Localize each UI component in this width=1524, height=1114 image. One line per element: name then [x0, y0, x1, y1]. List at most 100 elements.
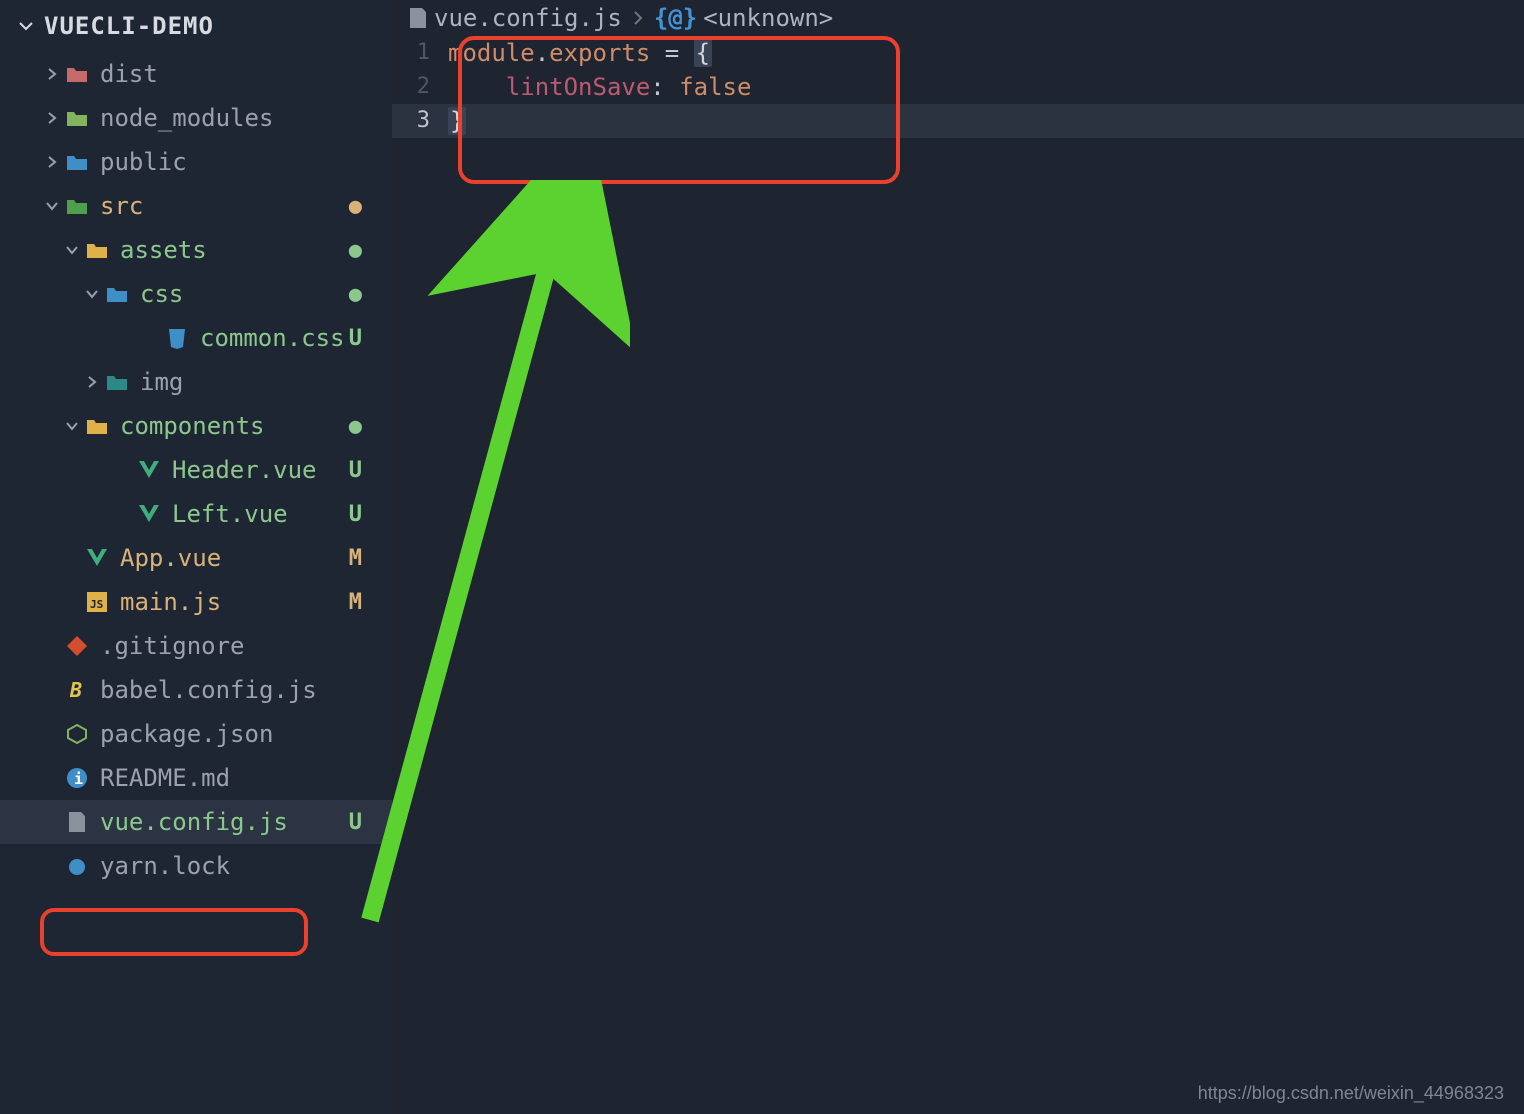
tree-item-main-js[interactable]: JS main.js M: [0, 580, 392, 624]
folder-icon: [64, 65, 90, 83]
tree-label: assets: [120, 236, 207, 264]
tree-item-gitignore[interactable]: .gitignore: [0, 624, 392, 668]
git-file-icon: [64, 635, 90, 657]
tree-label: Left.vue: [172, 500, 288, 528]
chevron-right-icon: [40, 67, 64, 81]
tree-label: img: [140, 368, 183, 396]
tree-item-src[interactable]: src ●: [0, 184, 392, 228]
git-status-m: M: [349, 590, 362, 615]
git-status-m: M: [349, 546, 362, 571]
folder-icon: [64, 197, 90, 215]
code-line[interactable]: 2 lintOnSave: false: [392, 70, 1524, 104]
svg-text:JS: JS: [90, 598, 103, 611]
breadcrumb[interactable]: vue.config.js {@} <unknown>: [392, 0, 1524, 36]
tree-label: public: [100, 148, 187, 176]
code-content: module.exports = {: [448, 36, 712, 70]
tree-item-package-json[interactable]: package.json: [0, 712, 392, 756]
tree-item-node-modules[interactable]: node_modules: [0, 96, 392, 140]
vue-file-icon: [84, 548, 110, 568]
chevron-down-icon: [60, 419, 84, 433]
svg-text:i: i: [74, 770, 83, 788]
folder-icon: [64, 109, 90, 127]
chevron-right-icon: [40, 111, 64, 125]
chevron-down-icon: [16, 18, 36, 34]
tree-item-css[interactable]: css ●: [0, 272, 392, 316]
folder-icon: [104, 285, 130, 303]
git-status-u: U: [349, 326, 362, 351]
folder-icon: [64, 153, 90, 171]
chevron-right-icon: [40, 155, 64, 169]
tree-label: babel.config.js: [100, 676, 317, 704]
tree-label: main.js: [120, 588, 221, 616]
code-line-active[interactable]: 3 }: [392, 104, 1524, 138]
watermark: https://blog.csdn.net/weixin_44968323: [1198, 1083, 1504, 1104]
tree-label: node_modules: [100, 104, 273, 132]
tree-item-babel-config[interactable]: B babel.config.js: [0, 668, 392, 712]
line-number: 3: [392, 104, 448, 138]
code-line[interactable]: 1 module.exports = {: [392, 36, 1524, 70]
babel-file-icon: B: [64, 679, 90, 701]
chevron-down-icon: [80, 287, 104, 301]
folder-icon: [84, 241, 110, 259]
vue-file-icon: [136, 504, 162, 524]
vue-file-icon: [136, 460, 162, 480]
tree-item-header-vue[interactable]: Header.vue U: [0, 448, 392, 492]
svg-text:B: B: [69, 679, 82, 701]
npm-file-icon: [64, 723, 90, 745]
tree-label: common.css: [200, 324, 345, 352]
info-file-icon: i: [64, 767, 90, 789]
tree-label: .gitignore: [100, 632, 245, 660]
git-status-dot: ●: [349, 282, 362, 307]
git-status-u: U: [349, 502, 362, 527]
tree-item-dist[interactable]: dist: [0, 52, 392, 96]
git-status-u: U: [349, 810, 362, 835]
tree-item-img[interactable]: img: [0, 360, 392, 404]
tree-item-app-vue[interactable]: App.vue M: [0, 536, 392, 580]
tree-item-common-css[interactable]: common.css U: [0, 316, 392, 360]
code-editor[interactable]: 1 module.exports = { 2 lintOnSave: false…: [392, 36, 1524, 138]
breadcrumb-file: vue.config.js: [434, 4, 622, 32]
tree-label: Header.vue: [172, 456, 317, 484]
chevron-down-icon: [60, 243, 84, 257]
tree-item-public[interactable]: public: [0, 140, 392, 184]
chevron-right-icon: [80, 375, 104, 389]
tree-label: README.md: [100, 764, 230, 792]
tree-item-assets[interactable]: assets ●: [0, 228, 392, 272]
code-content: }: [448, 104, 466, 138]
tree-label: css: [140, 280, 183, 308]
js-file-icon: [408, 7, 428, 29]
chevron-right-icon: [632, 10, 644, 26]
folder-icon: [84, 417, 110, 435]
line-number: 1: [392, 36, 448, 70]
tree-label: vue.config.js: [100, 808, 288, 836]
project-name: VUECLI-DEMO: [44, 12, 214, 40]
sidebar-file-explorer: VUECLI-DEMO dist node_modules public: [0, 0, 392, 1114]
tree-item-left-vue[interactable]: Left.vue U: [0, 492, 392, 536]
tree-label: yarn.lock: [100, 852, 230, 880]
tree-label: package.json: [100, 720, 273, 748]
tree-item-components[interactable]: components ●: [0, 404, 392, 448]
folder-icon: [104, 373, 130, 391]
css-file-icon: [164, 327, 190, 349]
js-file-icon: JS: [84, 592, 110, 612]
git-status-dot: ●: [349, 414, 362, 439]
editor-pane: vue.config.js {@} <unknown> 1 module.exp…: [392, 0, 1524, 1114]
tree-label: App.vue: [120, 544, 221, 572]
git-status-dot: ●: [349, 194, 362, 219]
tree-item-readme[interactable]: i README.md: [0, 756, 392, 800]
js-file-icon: [64, 811, 90, 833]
git-status-u: U: [349, 458, 362, 483]
symbol-icon: {@}: [654, 4, 697, 32]
line-number: 2: [392, 70, 448, 104]
explorer-header[interactable]: VUECLI-DEMO: [0, 6, 392, 52]
yarn-file-icon: [64, 855, 90, 877]
git-status-dot: ●: [349, 238, 362, 263]
tree-item-vue-config[interactable]: vue.config.js U: [0, 800, 392, 844]
breadcrumb-symbol: <unknown>: [703, 4, 833, 32]
tree-label: components: [120, 412, 265, 440]
tree-label: src: [100, 192, 143, 220]
code-content: lintOnSave: false: [448, 70, 751, 104]
chevron-down-icon: [40, 199, 64, 213]
tree-label: dist: [100, 60, 158, 88]
tree-item-yarn-lock[interactable]: yarn.lock: [0, 844, 392, 888]
